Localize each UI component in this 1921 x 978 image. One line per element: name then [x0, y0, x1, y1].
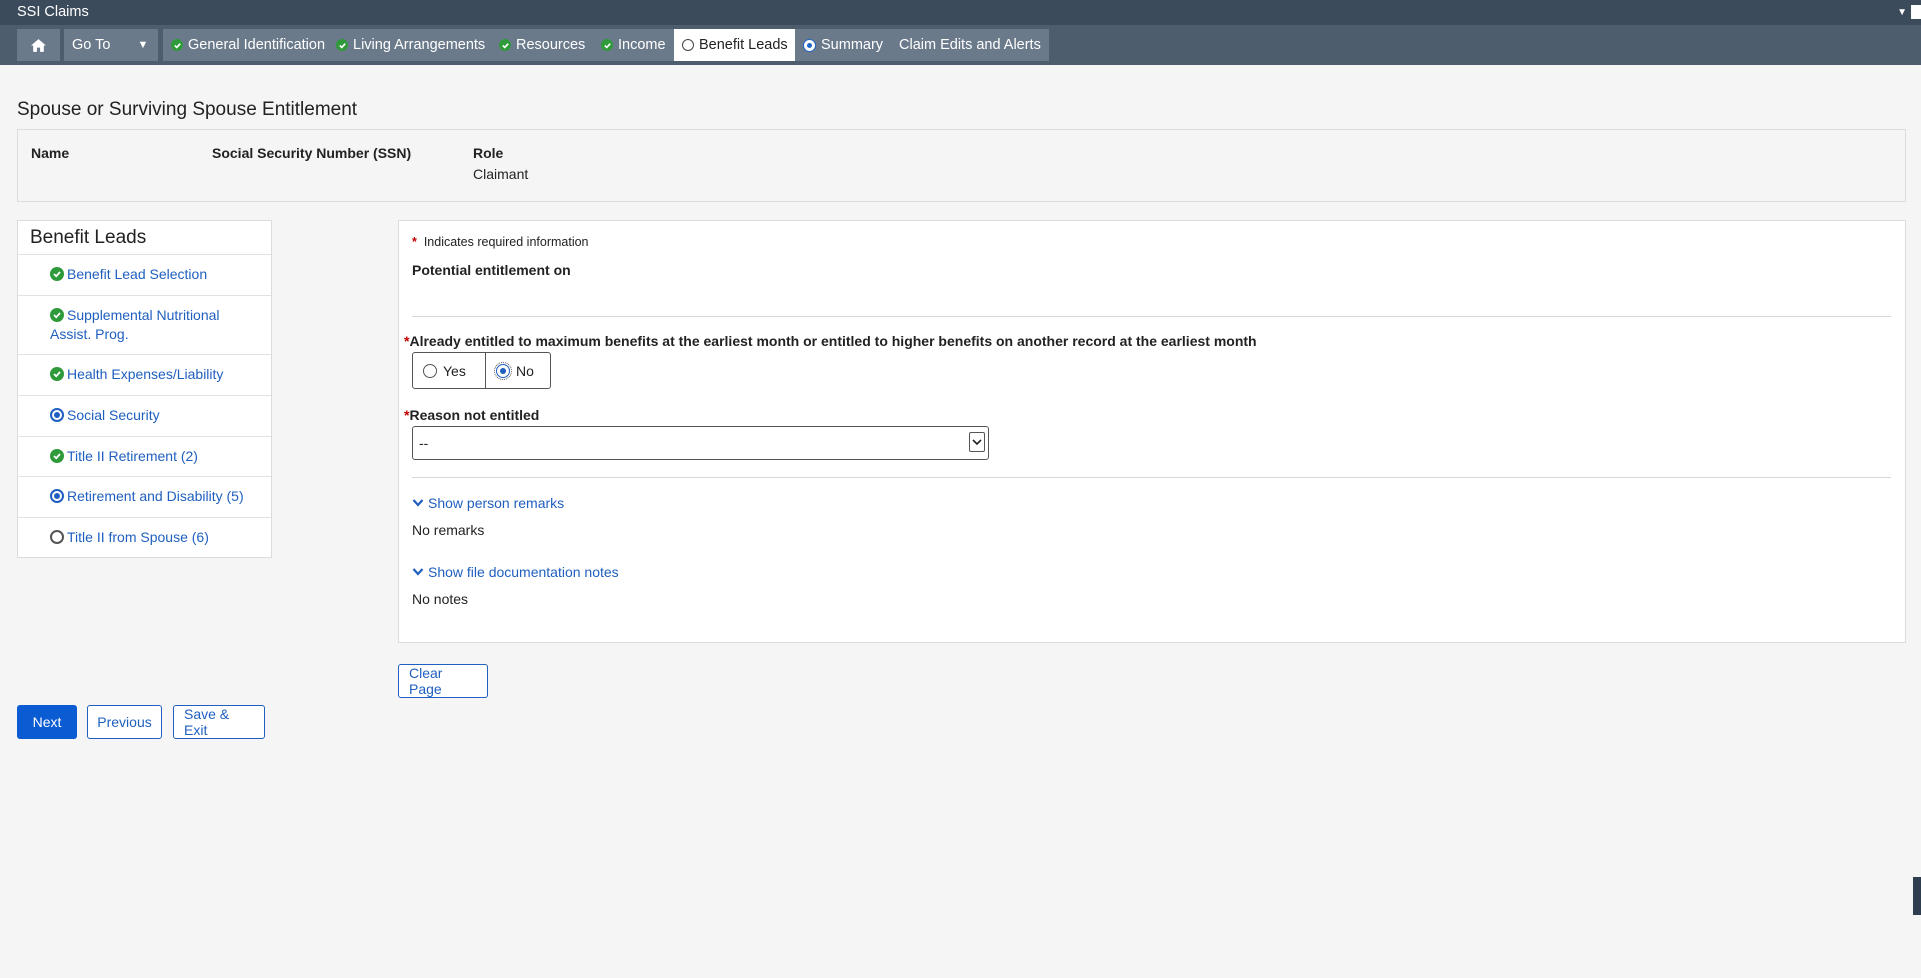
radio-no[interactable]: No [485, 353, 544, 388]
chevron-down-icon: ▼ [137, 39, 149, 51]
save-exit-button[interactable]: Save & Exit [173, 705, 265, 739]
ring-icon [50, 530, 64, 544]
check-icon [171, 39, 183, 51]
section-divider [412, 477, 1891, 478]
radio-checked-icon [494, 361, 512, 380]
side-panel-handle[interactable] [1913, 877, 1921, 915]
check-icon [336, 39, 348, 51]
sidebar-item-label: Title II Retirement (2) [67, 448, 198, 464]
tab-income[interactable]: Income [593, 29, 674, 61]
sidebar-title: Benefit Leads [18, 221, 271, 255]
reason-not-entitled-label: *Reason not entitled [404, 407, 539, 423]
sidebar-item-label: Retirement and Disability (5) [67, 488, 244, 504]
radio-dot-icon [803, 38, 816, 52]
max-benefits-question-text: Already entitled to maximum benefits at … [409, 333, 1257, 349]
sidebar-item-label: Benefit Lead Selection [67, 266, 208, 282]
home-button[interactable] [17, 29, 60, 61]
benefit-leads-sidebar: Benefit Leads Benefit Lead Selection Sup… [17, 220, 272, 558]
sidebar-item-retirement-disability[interactable]: Retirement and Disability (5) [18, 477, 271, 518]
person-remarks-value: No remarks [412, 522, 485, 538]
file-notes-value: No notes [412, 591, 469, 607]
sidebar-item-title-ii-spouse[interactable]: Title II from Spouse (6) [18, 518, 271, 558]
required-note: * Indicates required information [412, 235, 589, 249]
reason-not-entitled-select[interactable]: -- [412, 426, 989, 460]
previous-button[interactable]: Previous [87, 705, 162, 739]
name-header: Name [31, 145, 70, 161]
check-icon [50, 367, 64, 381]
window-corner-control[interactable] [1911, 5, 1921, 19]
show-person-remarks-link[interactable]: Show person remarks [412, 495, 564, 511]
tab-label: Summary [821, 37, 884, 53]
sidebar-item-title-ii-retirement[interactable]: Title II Retirement (2) [18, 437, 271, 477]
radio-yes[interactable]: Yes [413, 353, 485, 388]
tab-claim-edits-alerts[interactable]: Claim Edits and Alerts [891, 29, 1049, 61]
app-title: SSI Claims [17, 4, 89, 20]
tab-label: General Identification [188, 37, 326, 53]
tab-summary[interactable]: Summary [795, 29, 892, 61]
sidebar-item-label: Social Security [67, 407, 160, 423]
sidebar-item-label: Supplemental Nutritional Assist. Prog. [50, 307, 220, 342]
page-title: Spouse or Surviving Spouse Entitlement [17, 99, 358, 120]
tab-label: Claim Edits and Alerts [899, 37, 1041, 53]
potential-entitlement-label: Potential entitlement on [412, 262, 571, 278]
radio-unchecked-icon [423, 363, 437, 378]
chevron-down-icon [412, 499, 424, 507]
show-person-remarks-label: Show person remarks [428, 495, 565, 511]
sidebar-item-benefit-lead-selection[interactable]: Benefit Lead Selection [18, 255, 271, 296]
show-file-notes-link[interactable]: Show file documentation notes [412, 564, 619, 580]
tab-label: Living Arrangements [353, 37, 486, 53]
max-benefits-radio-group: Yes No [412, 352, 551, 389]
section-divider [412, 316, 1891, 317]
ssn-header: Social Security Number (SSN) [212, 145, 412, 161]
tab-label: Income [618, 37, 666, 53]
sidebar-item-health-expenses[interactable]: Health Expenses/Liability [18, 355, 271, 396]
app-title-bar: SSI Claims ▼ [0, 0, 1921, 25]
chevron-down-icon [412, 568, 424, 576]
ring-icon [682, 39, 694, 51]
home-icon [30, 38, 47, 53]
radio-no-label: No [516, 362, 534, 379]
tab-benefit-leads[interactable]: Benefit Leads [674, 29, 796, 61]
sidebar-item-snap[interactable]: Supplemental Nutritional Assist. Prog. [18, 296, 271, 355]
check-icon [50, 449, 64, 463]
next-button[interactable]: Next [17, 705, 77, 739]
check-icon [50, 267, 64, 281]
entitlement-form: * Indicates required information Potenti… [398, 220, 1906, 643]
max-benefits-question: *Already entitled to maximum benefits at… [404, 333, 1257, 349]
goto-menu-button[interactable]: Go To ▼ [64, 29, 158, 61]
required-star: * [412, 235, 417, 249]
check-icon [601, 39, 613, 51]
check-icon [50, 308, 64, 322]
required-note-text: Indicates required information [423, 235, 589, 249]
claim-navigation-bar: Go To ▼ General Identification Living Ar… [0, 25, 1921, 65]
role-header: Role [473, 145, 504, 161]
tab-general-identification[interactable]: General Identification [163, 29, 334, 61]
chevron-down-icon [969, 432, 985, 452]
sidebar-item-label: Title II from Spouse (6) [67, 529, 209, 545]
window-menu-caret-icon[interactable]: ▼ [1897, 0, 1907, 25]
tab-resources[interactable]: Resources [491, 29, 594, 61]
tab-living-arrangements[interactable]: Living Arrangements [328, 29, 494, 61]
check-icon [499, 39, 511, 51]
tab-label: Resources [516, 37, 586, 53]
sidebar-item-label: Health Expenses/Liability [67, 366, 224, 382]
person-info-panel: Name Social Security Number (SSN) Role C… [17, 129, 1906, 202]
goto-label: Go To [72, 37, 111, 53]
select-value: -- [419, 435, 429, 451]
show-file-notes-label: Show file documentation notes [428, 564, 619, 580]
reason-not-entitled-text: Reason not entitled [409, 407, 540, 423]
radio-dot-icon [50, 489, 64, 503]
role-value: Claimant [473, 166, 529, 182]
sidebar-item-social-security[interactable]: Social Security [18, 396, 271, 437]
tab-label: Benefit Leads [699, 37, 788, 53]
radio-dot-icon [50, 408, 64, 422]
clear-page-button[interactable]: Clear Page [398, 664, 488, 698]
radio-yes-label: Yes [443, 362, 466, 379]
